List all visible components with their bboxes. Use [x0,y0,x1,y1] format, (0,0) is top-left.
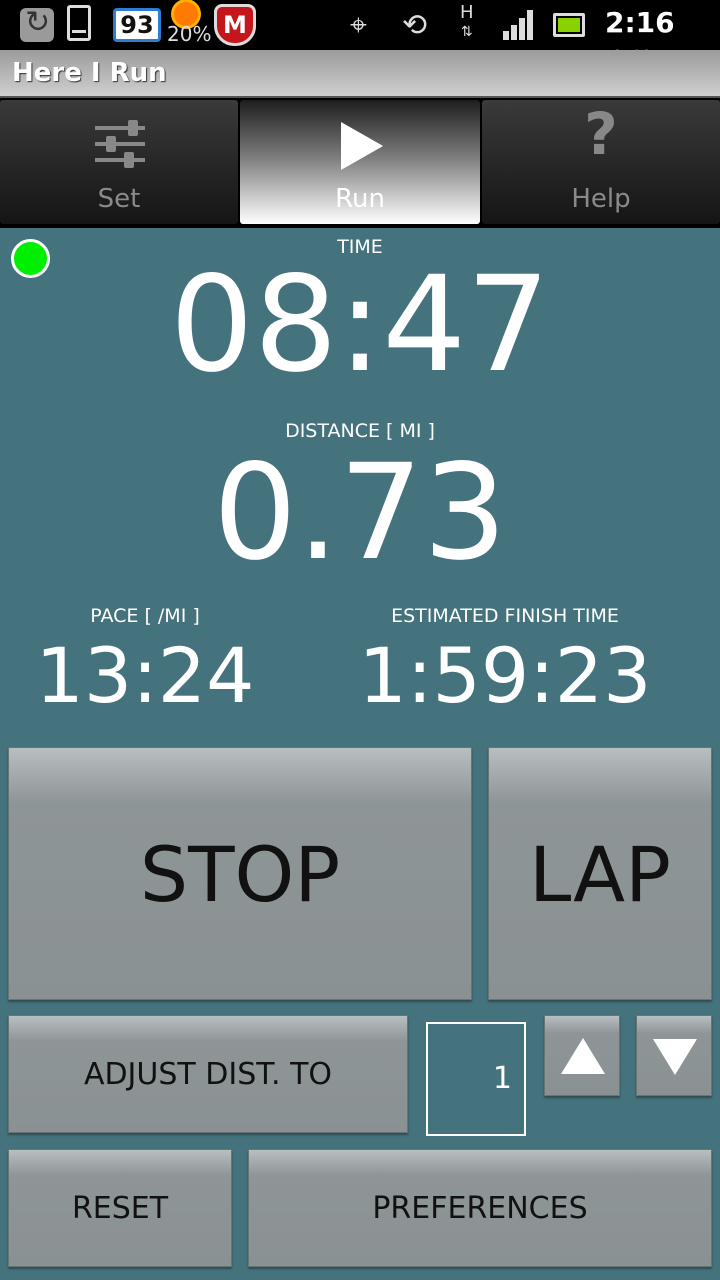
pace-label: PACE [ /MI ] [90,605,200,627]
sliders-icon [0,116,238,172]
estimated-finish-label: ESTIMATED FINISH TIME [391,605,619,627]
play-icon [341,122,383,170]
arrow-down-icon [653,1039,697,1075]
preferences-button[interactable]: PREFERENCES [248,1149,712,1267]
network-h-icon: H ⇅ [460,2,474,41]
increase-button[interactable] [544,1015,620,1096]
adjust-distance-button[interactable]: ADJUST DIST. TO [8,1015,408,1133]
tab-run[interactable]: Run [240,100,480,224]
tab-label: Run [335,184,385,214]
pace-value: 13:24 [35,631,255,720]
rotate-icon: ⟲ [402,8,428,43]
tab-label: Set [97,184,141,214]
battery-icon [553,13,585,37]
gps-icon: ⌖ [350,8,367,43]
status-bar: 93 20% M ⌖ ⟲ H⇅ 2:16 pm [0,0,720,72]
tab-set[interactable]: Set [0,100,238,224]
tab-bar: Set Run ? Help [0,98,720,228]
phone-icon [67,5,91,41]
adjust-distance-input[interactable]: 1 [426,1022,526,1136]
mcafee-icon: M [214,4,256,46]
time-value: 08:47 [169,248,551,402]
weather-percent: 20% [167,22,212,46]
tab-label: Help [571,184,631,214]
temperature-icon: 93 [113,8,161,42]
arrow-up-icon [561,1038,605,1074]
reset-button[interactable]: RESET [8,1149,232,1267]
title-bar: Here I Run [0,50,720,98]
stop-button[interactable]: STOP [8,747,472,1000]
estimated-finish-value: 1:59:23 [358,631,652,720]
decrease-button[interactable] [636,1015,712,1096]
signal-icon [503,10,535,40]
sync-icon [20,5,54,42]
help-icon: ? [584,100,618,168]
distance-value: 0.73 [213,436,507,590]
tab-help[interactable]: ? Help [482,100,720,224]
lap-button[interactable]: LAP [488,747,712,1000]
app-title: Here I Run [12,58,167,88]
network-type: H [460,2,474,23]
